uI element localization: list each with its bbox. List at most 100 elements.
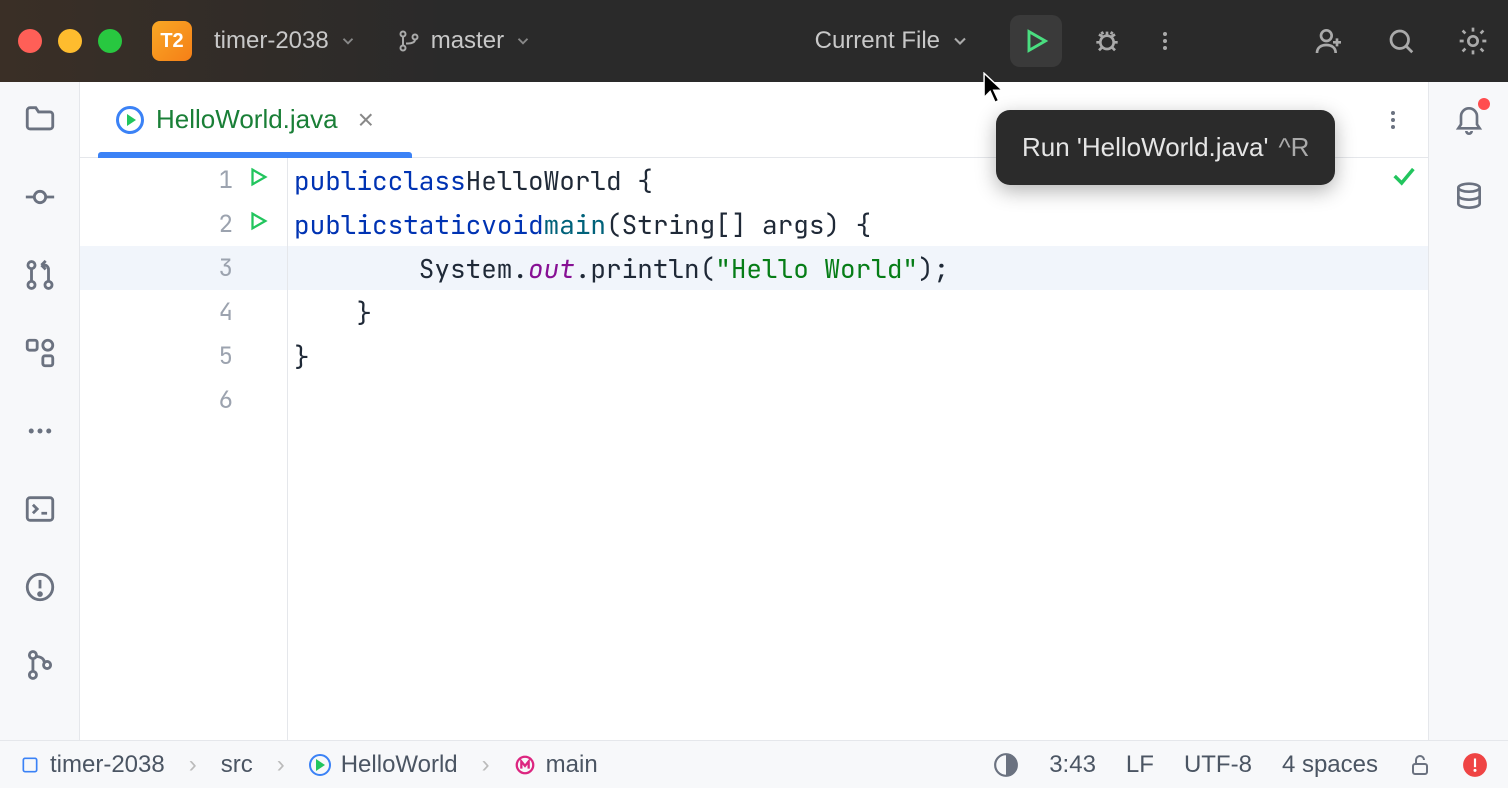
code-text: (String[] args) { [606,207,871,242]
code-text: ); [918,251,949,286]
gutter[interactable]: 1 2 3 4 5 6 [80,158,288,740]
crumb-project: timer-2038 [50,751,165,779]
more-vertical-icon [1381,108,1405,132]
terminal-tool-button[interactable] [21,490,59,528]
code-text: } [294,339,310,374]
add-user-icon [1313,25,1345,57]
settings-button[interactable] [1456,24,1490,58]
line-number: 4 [219,297,233,328]
pull-request-icon [23,258,57,292]
crumb-sep: › [482,751,490,779]
run-button[interactable] [1010,15,1062,67]
window-controls [18,29,122,53]
reader-mode-icon[interactable] [993,752,1019,778]
project-name: timer-2038 [214,27,329,55]
keyword: static [388,207,482,242]
crumb-class: HelloWorld [341,751,458,779]
maximize-window-button[interactable] [98,29,122,53]
code-text: } [294,295,372,330]
branch-icon [397,29,421,53]
notifications-button[interactable] [1450,100,1488,138]
close-tab-button[interactable]: × [358,104,374,136]
code-text: System. [294,251,528,286]
code-editor[interactable]: 1 2 3 4 5 6 public class HelloWorld { pu… [80,158,1428,740]
run-tooltip: Run 'HelloWorld.java' ^R [996,110,1335,185]
chevron-down-icon [514,32,532,50]
run-config-label: Current File [815,27,940,55]
notification-dot [1478,98,1490,110]
search-button[interactable] [1384,24,1418,58]
line-number: 3 [219,253,233,284]
code-with-me-button[interactable] [1312,24,1346,58]
java-file-icon [309,754,331,776]
bug-icon [1091,25,1123,57]
commit-icon [23,180,57,214]
more-actions-button[interactable] [1148,24,1182,58]
inspection-ok-icon[interactable] [1390,162,1418,199]
crumb-sep: › [189,751,197,779]
error-indicator-icon[interactable] [1462,752,1488,778]
warning-circle-icon [23,570,57,604]
run-gutter-icon[interactable] [247,165,269,196]
crumb-src: src [221,751,253,779]
keyword: void [481,207,543,242]
right-tool-rail [1428,82,1508,740]
project-selector[interactable]: timer-2038 [206,27,365,55]
structure-tool-button[interactable] [21,334,59,372]
code-text: .println( [575,251,715,286]
method-icon [514,754,536,776]
file-encoding[interactable]: UTF-8 [1184,751,1252,779]
branch-name: master [431,27,504,55]
indent-setting[interactable]: 4 spaces [1282,751,1378,779]
code-text: HelloWorld { [466,163,653,198]
folder-icon [23,102,57,136]
code-content[interactable]: public class HelloWorld { public static … [288,158,1428,740]
tooltip-text: Run 'HelloWorld.java' [1022,132,1268,162]
more-tools-button[interactable] [21,412,59,450]
crumb-sep: › [277,751,285,779]
database-icon [1453,181,1485,213]
commit-tool-button[interactable] [21,178,59,216]
terminal-icon [23,492,57,526]
breadcrumb[interactable]: timer-2038 › src › HelloWorld › main [20,751,598,779]
line-number: 5 [219,341,233,372]
project-badge: T2 [152,21,192,61]
titlebar: T2 timer-2038 master Current File [0,0,1508,82]
vcs-tool-button[interactable] [21,646,59,684]
play-icon [1022,27,1050,55]
tooltip-shortcut: ^R [1278,132,1309,162]
database-tool-button[interactable] [1450,178,1488,216]
keyword: public [294,163,388,198]
git-icon [23,648,57,682]
function-name: main [544,207,606,242]
line-number: 2 [219,209,233,240]
branch-selector[interactable]: master [389,27,540,55]
line-separator[interactable]: LF [1126,751,1154,779]
module-icon [20,755,40,775]
close-window-button[interactable] [18,29,42,53]
java-file-icon [116,106,144,134]
lock-icon[interactable] [1408,753,1432,777]
keyword: public [294,207,388,242]
statusbar: timer-2038 › src › HelloWorld › main 3:4… [0,740,1508,788]
tab-options-button[interactable] [1376,103,1410,137]
problems-tool-button[interactable] [21,568,59,606]
string-literal: "Hello World" [715,251,918,286]
line-number: 1 [219,165,233,196]
tab-filename: HelloWorld.java [156,104,338,135]
minimize-window-button[interactable] [58,29,82,53]
run-config-selector[interactable]: Current File [807,27,978,55]
gear-icon [1457,25,1489,57]
cursor-position[interactable]: 3:43 [1049,751,1096,779]
more-horizontal-icon [25,416,55,446]
line-number: 6 [219,385,233,416]
pull-requests-tool-button[interactable] [21,256,59,294]
debug-button[interactable] [1090,24,1124,58]
project-tool-button[interactable] [21,100,59,138]
more-vertical-icon [1153,29,1177,53]
field: out [528,251,575,286]
editor-tab-active[interactable]: HelloWorld.java × [98,82,392,157]
chevron-down-icon [339,32,357,50]
run-gutter-icon[interactable] [247,209,269,240]
search-icon [1386,26,1416,56]
